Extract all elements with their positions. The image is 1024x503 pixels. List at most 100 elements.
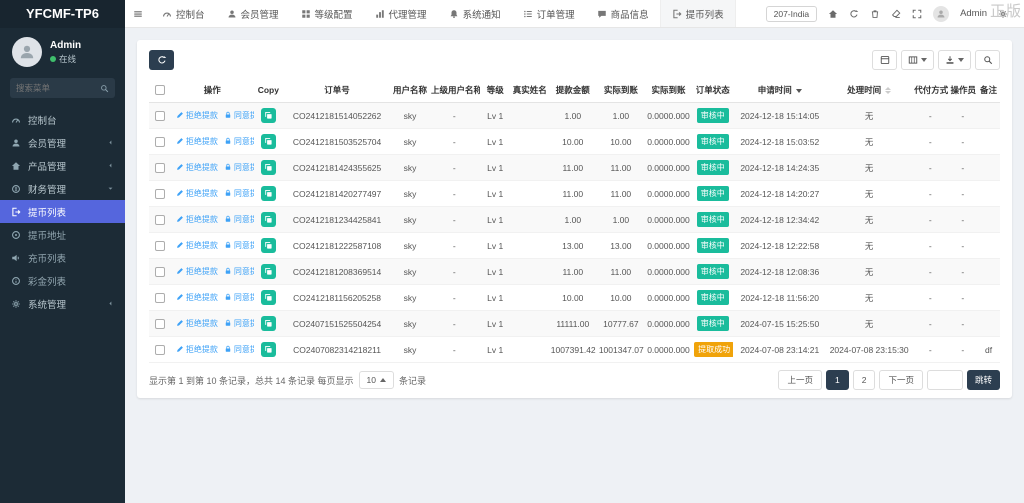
tab-agents[interactable]: 代理管理 — [364, 0, 438, 27]
tab-notifications[interactable]: 系统通知 — [438, 0, 512, 27]
fullscreen-button[interactable] — [912, 9, 922, 19]
copy-button[interactable] — [261, 186, 276, 201]
sidebar-item-system[interactable]: 系统管理 — [0, 292, 125, 315]
row-checkbox[interactable] — [155, 293, 165, 303]
sidebar-item-bonus-list[interactable]: 彩金列表 — [0, 269, 125, 292]
clear-cache-button[interactable] — [891, 9, 901, 19]
page-jump-input[interactable] — [927, 370, 963, 390]
row-checkbox[interactable] — [155, 137, 165, 147]
approve-withdraw-link[interactable]: 同意提款 — [224, 292, 254, 303]
copy-button[interactable] — [261, 316, 276, 331]
column-header-apply_time[interactable]: 申请时间 — [733, 78, 826, 103]
row-checkbox[interactable] — [155, 345, 165, 355]
tab-members[interactable]: 会员管理 — [216, 0, 290, 27]
amount-cell: 1007391.42 — [549, 337, 597, 363]
table-refresh-button[interactable] — [149, 50, 174, 70]
tab-product-info[interactable]: 商品信息 — [586, 0, 660, 27]
operator-cell: - — [948, 129, 977, 155]
reject-withdraw-link[interactable]: 拒绝提款 — [176, 266, 218, 277]
copy-button[interactable] — [261, 160, 276, 175]
sidebar-toggle-button[interactable] — [125, 9, 151, 19]
home-button[interactable] — [828, 9, 838, 19]
region-selector[interactable]: 207-India — [766, 6, 817, 22]
jump-button[interactable]: 跳转 — [967, 370, 1000, 390]
refresh-button[interactable] — [849, 9, 859, 19]
tab-withdraw-list[interactable]: 提币列表 — [660, 0, 736, 27]
table-row: 拒绝提款同意提款CO2412181234425841sky-Lv 11.001.… — [149, 207, 1000, 233]
copy-cell — [254, 337, 284, 363]
columns-button[interactable] — [901, 50, 934, 70]
copy-button[interactable] — [261, 238, 276, 253]
settings-button[interactable] — [998, 9, 1008, 19]
page-size-dropdown[interactable]: 10 — [359, 371, 394, 389]
tab-dashboard[interactable]: 控制台 — [151, 0, 216, 27]
sidebar-item-dashboard[interactable]: 控制台 — [0, 108, 125, 131]
sidebar-item-members[interactable]: 会员管理 — [0, 131, 125, 154]
search-icon[interactable] — [100, 84, 109, 93]
search-input[interactable] — [16, 83, 96, 93]
row-checkbox[interactable] — [155, 215, 165, 225]
user-name: Admin — [50, 40, 81, 51]
tab-level-config[interactable]: 等级配置 — [290, 0, 364, 27]
trash-button[interactable] — [870, 9, 880, 19]
copy-button[interactable] — [261, 264, 276, 279]
reject-withdraw-link[interactable]: 拒绝提款 — [176, 214, 218, 225]
approve-withdraw-link[interactable]: 同意提款 — [224, 136, 254, 147]
gauge-icon — [11, 115, 21, 125]
approve-withdraw-link[interactable]: 同意提款 — [224, 266, 254, 277]
row-checkbox[interactable] — [155, 267, 165, 277]
row-checkbox[interactable] — [155, 319, 165, 329]
copy-button[interactable] — [261, 290, 276, 305]
remark-cell — [977, 181, 1000, 207]
sidebar-item-finance[interactable]: 财务管理 — [0, 177, 125, 200]
pay_method-cell: - — [912, 207, 948, 233]
sidebar-item-products[interactable]: 产品管理 — [0, 154, 125, 177]
parent_user-cell: - — [429, 259, 480, 285]
card-view-icon — [880, 55, 890, 65]
column-header-process_time[interactable]: 处理时间 — [826, 78, 912, 103]
approve-withdraw-link[interactable]: 同意提款 — [224, 344, 254, 355]
search-toggle-button[interactable] — [975, 50, 1000, 70]
next-page-button[interactable]: 下一页 — [879, 370, 923, 390]
row-checkbox[interactable] — [155, 189, 165, 199]
row-checkbox[interactable] — [155, 163, 165, 173]
sidebar-item-withdraw-list[interactable]: 提币列表 — [0, 200, 125, 223]
approve-withdraw-link[interactable]: 同意提款 — [224, 240, 254, 251]
approve-withdraw-link[interactable]: 同意提款 — [224, 162, 254, 173]
copy-button[interactable] — [261, 342, 276, 357]
row-checkbox-cell — [149, 207, 171, 233]
real_name-cell — [511, 259, 549, 285]
copy-button[interactable] — [261, 134, 276, 149]
approve-withdraw-link[interactable]: 同意提款 — [224, 318, 254, 329]
page-button-2[interactable]: 2 — [853, 370, 876, 390]
sidebar-item-withdraw-address[interactable]: 提币地址 — [0, 223, 125, 246]
approve-withdraw-link[interactable]: 同意提款 — [224, 188, 254, 199]
copy-cell — [254, 181, 284, 207]
row-checkbox[interactable] — [155, 241, 165, 251]
reject-withdraw-link[interactable]: 拒绝提款 — [176, 188, 218, 199]
approve-withdraw-link[interactable]: 同意提款 — [224, 110, 254, 121]
column-header-checkbox[interactable] — [149, 78, 171, 103]
navbar-avatar[interactable] — [933, 6, 949, 22]
copy-button[interactable] — [261, 108, 276, 123]
page-button-1[interactable]: 1 — [826, 370, 849, 390]
approve-withdraw-link[interactable]: 同意提款 — [224, 214, 254, 225]
reject-withdraw-link[interactable]: 拒绝提款 — [176, 344, 218, 355]
reject-withdraw-link[interactable]: 拒绝提款 — [176, 110, 218, 121]
prev-page-button[interactable]: 上一页 — [778, 370, 822, 390]
sidebar-item-deposit-list[interactable]: 充币列表 — [0, 246, 125, 269]
main-area: 控制台 会员管理 等级配置 代理管理 系统通知 订单管理 商品信息 提币列表 2… — [125, 0, 1024, 503]
tab-orders[interactable]: 订单管理 — [512, 0, 586, 27]
select-all-checkbox[interactable] — [155, 85, 165, 95]
reject-withdraw-link[interactable]: 拒绝提款 — [176, 318, 218, 329]
reject-withdraw-link[interactable]: 拒绝提款 — [176, 136, 218, 147]
navbar-user-name[interactable]: Admin — [960, 8, 987, 19]
copy-cell — [254, 285, 284, 311]
copy-button[interactable] — [261, 212, 276, 227]
reject-withdraw-link[interactable]: 拒绝提款 — [176, 162, 218, 173]
reject-withdraw-link[interactable]: 拒绝提款 — [176, 292, 218, 303]
card-view-button[interactable] — [872, 50, 897, 70]
row-checkbox[interactable] — [155, 111, 165, 121]
export-button[interactable] — [938, 50, 971, 70]
reject-withdraw-link[interactable]: 拒绝提款 — [176, 240, 218, 251]
